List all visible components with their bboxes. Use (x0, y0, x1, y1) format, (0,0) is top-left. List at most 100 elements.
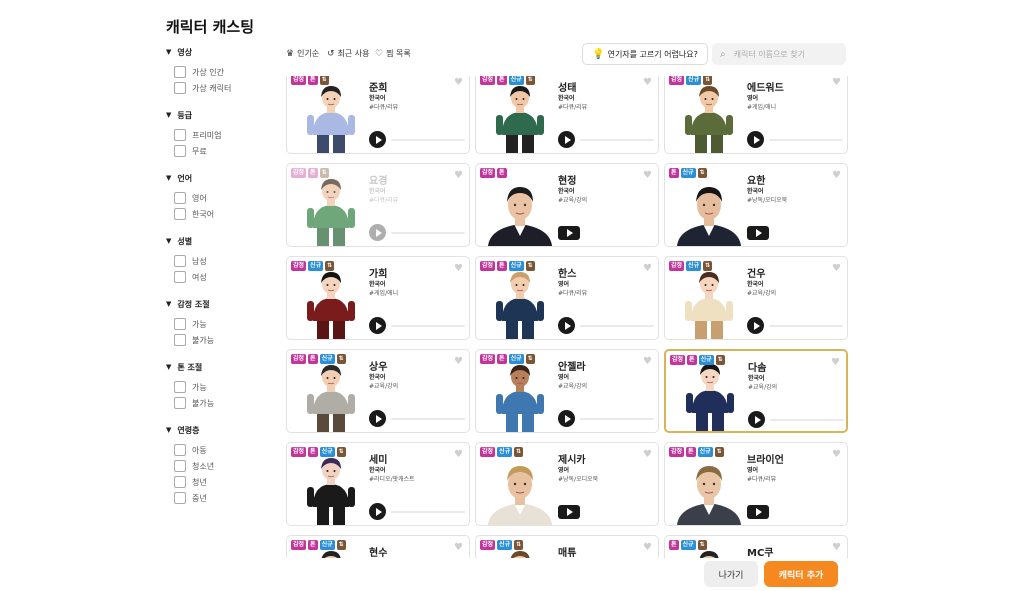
filter-group-header[interactable]: ▼ 톤 조절 (166, 361, 276, 373)
filter-option[interactable]: 여성 (174, 269, 276, 285)
character-card[interactable]: 감정 신규 ⇅ 건우 한국어 #교육/강의 ♥ (664, 256, 848, 340)
filter-option[interactable]: 가상 인간 (174, 64, 276, 80)
heart-icon[interactable]: ♥ (454, 263, 463, 274)
filter-option[interactable]: 중년 (174, 490, 276, 506)
checkbox[interactable] (174, 334, 186, 346)
heart-icon[interactable]: ♥ (454, 77, 463, 88)
checkbox[interactable] (174, 145, 186, 157)
heart-icon[interactable]: ♥ (832, 77, 841, 88)
filter-group-header[interactable]: ▼ 등급 (166, 109, 276, 121)
heart-icon[interactable]: ♥ (454, 542, 463, 553)
heart-icon[interactable]: ♥ (454, 449, 463, 460)
checkbox[interactable] (174, 82, 186, 94)
filter-group-header[interactable]: ▼ 언어 (166, 172, 276, 184)
checkbox[interactable] (174, 460, 186, 472)
heart-icon[interactable]: ♥ (454, 356, 463, 367)
audio-play-button[interactable] (748, 411, 765, 428)
filter-group-header[interactable]: ▼ 성별 (166, 235, 276, 247)
filter-option[interactable]: 가능 (174, 379, 276, 395)
checkbox[interactable] (174, 397, 186, 409)
character-card[interactable]: 감정 톤 ⇅ 요경 한국어 #다큐/리뷰 ♥ (286, 163, 470, 247)
audio-play-button[interactable] (558, 131, 575, 148)
search-box[interactable]: ⌕ (712, 43, 846, 65)
checkbox[interactable] (174, 318, 186, 330)
audio-progress-bar[interactable] (580, 418, 654, 420)
checkbox[interactable] (174, 255, 186, 267)
search-input[interactable] (733, 49, 834, 59)
heart-icon[interactable]: ♥ (643, 170, 652, 181)
checkbox[interactable] (174, 444, 186, 456)
audio-play-button[interactable] (747, 131, 764, 148)
heart-icon[interactable]: ♥ (832, 170, 841, 181)
audio-play-button[interactable] (558, 317, 575, 334)
video-play-button[interactable] (558, 226, 580, 240)
filter-group-header[interactable]: ▼ 감정 조절 (166, 298, 276, 310)
filter-group-header[interactable]: ▼ 연령층 (166, 424, 276, 436)
audio-progress-bar[interactable] (769, 325, 843, 327)
character-card[interactable]: 감정 톤 신규 ⇅ 성태 한국어 #다큐/리뷰 ♥ (475, 76, 659, 154)
help-choose-button[interactable]: 💡 연기자를 고르기 어렵나요? (582, 43, 708, 65)
audio-play-button[interactable] (369, 317, 386, 334)
character-card[interactable]: 감정 톤 신규 ⇅ 상우 한국어 #교육/강의 ♥ (286, 349, 470, 433)
heart-icon[interactable]: ♥ (643, 449, 652, 460)
heart-icon[interactable]: ♥ (832, 263, 841, 274)
audio-play-button[interactable] (369, 224, 386, 241)
checkbox[interactable] (174, 192, 186, 204)
sort-popular-button[interactable]: ♛ 인기순 (286, 48, 319, 59)
audio-progress-bar[interactable] (391, 139, 465, 141)
heart-icon[interactable]: ♥ (454, 170, 463, 181)
audio-progress-bar[interactable] (769, 139, 843, 141)
character-card[interactable]: 톤 신규 ⇅ 요한 한국어 #낭독/오디오북 ♥ (664, 163, 848, 247)
character-card[interactable]: 감정 톤 신규 ⇅ 브라이언 영어 #다큐/리뷰 ♥ (664, 442, 848, 526)
audio-progress-bar[interactable] (580, 139, 654, 141)
filter-option[interactable]: 청소년 (174, 458, 276, 474)
character-grid-viewport[interactable]: 감정 톤 ⇅ 준희 한국어 #다큐/리뷰 ♥ 감정 톤 신규 ⇅ 성태 한국어 #다큐/리뷰 ♥ 감정 신규 ⇅ 에… (286, 76, 850, 558)
character-card[interactable]: 감정 톤 신규 ⇅ 안젤라 영어 #교육/강의 ♥ (475, 349, 659, 433)
checkbox[interactable] (174, 271, 186, 283)
audio-progress-bar[interactable] (391, 325, 465, 327)
character-card[interactable]: 감정 톤 ⇅ 준희 한국어 #다큐/리뷰 ♥ (286, 76, 470, 154)
character-card[interactable]: 톤신규⇅MC쿠한국어#라디오/팟캐스트♥ (664, 535, 848, 558)
filter-option[interactable]: 한국어 (174, 206, 276, 222)
filter-option[interactable]: 가상 캐릭터 (174, 80, 276, 96)
heart-icon[interactable]: ♥ (643, 263, 652, 274)
checkbox[interactable] (174, 208, 186, 220)
filter-option[interactable]: 무료 (174, 143, 276, 159)
heart-icon[interactable]: ♥ (643, 356, 652, 367)
heart-icon[interactable]: ♥ (643, 542, 652, 553)
filter-option[interactable]: 프리미엄 (174, 127, 276, 143)
checkbox[interactable] (174, 492, 186, 504)
audio-progress-bar[interactable] (391, 511, 465, 513)
character-card[interactable]: 감정신규⇅매튜영어#다큐/리뷰♥ (475, 535, 659, 558)
filter-option[interactable]: 불가능 (174, 395, 276, 411)
audio-play-button[interactable] (747, 317, 764, 334)
character-card[interactable]: 감정 신규 ⇅ 에드워드 영어 #게임/애니 ♥ (664, 76, 848, 154)
filter-option[interactable]: 남성 (174, 253, 276, 269)
audio-play-button[interactable] (558, 410, 575, 427)
character-card[interactable]: 감정 톤 신규 ⇅ 한스 영어 #다큐/리뷰 ♥ (475, 256, 659, 340)
heart-icon[interactable]: ♥ (832, 449, 841, 460)
filter-option[interactable]: 아동 (174, 442, 276, 458)
checkbox[interactable] (174, 476, 186, 488)
audio-progress-bar[interactable] (770, 419, 844, 421)
filter-option[interactable]: 불가능 (174, 332, 276, 348)
video-play-button[interactable] (747, 226, 769, 240)
audio-play-button[interactable] (369, 410, 386, 427)
character-card[interactable]: 감정 톤 신규 ⇅ 세미 한국어 #라디오/팟캐스트 ♥ (286, 442, 470, 526)
checkbox[interactable] (174, 129, 186, 141)
character-card[interactable]: 감정톤신규⇅현수한국어#교육/강의♥ (286, 535, 470, 558)
character-card[interactable]: 감정 톤 현정 한국어 #교육/강의 ♥ (475, 163, 659, 247)
heart-icon[interactable]: ♥ (832, 542, 841, 553)
heart-icon[interactable]: ♥ (643, 77, 652, 88)
audio-progress-bar[interactable] (391, 232, 465, 234)
filter-option[interactable]: 영어 (174, 190, 276, 206)
checkbox[interactable] (174, 381, 186, 393)
sort-recent-button[interactable]: ↺ 최근 사용 (327, 48, 370, 59)
video-play-button[interactable] (558, 505, 580, 519)
character-card[interactable]: 감정 신규 ⇅ 제시카 영어 #낭독/오디오북 ♥ (475, 442, 659, 526)
audio-progress-bar[interactable] (391, 418, 465, 420)
video-play-button[interactable] (747, 505, 769, 519)
checkbox[interactable] (174, 66, 186, 78)
add-character-button[interactable]: 캐릭터 추가 (764, 561, 838, 587)
audio-play-button[interactable] (369, 131, 386, 148)
